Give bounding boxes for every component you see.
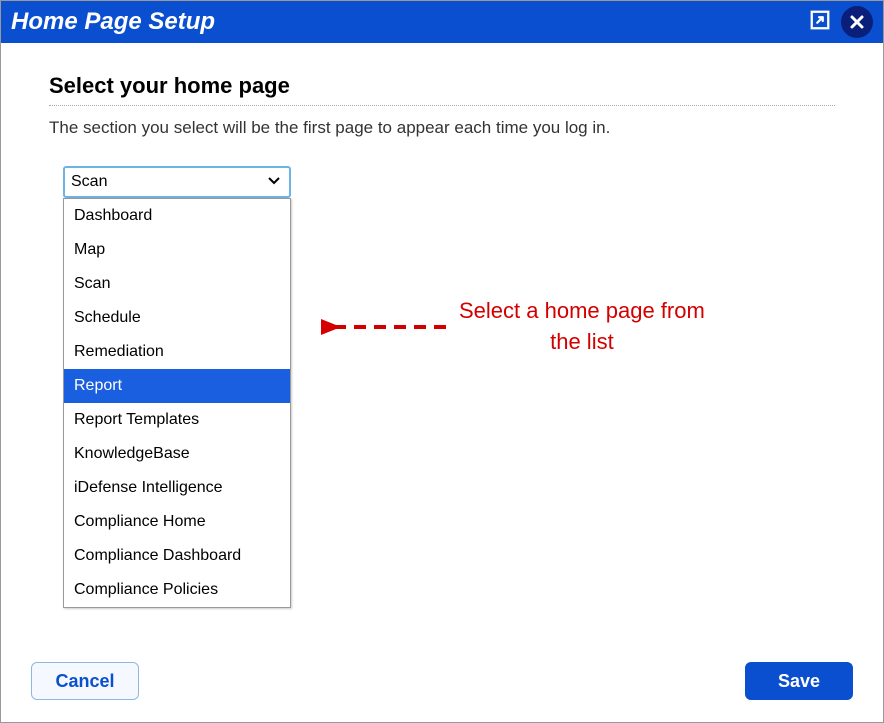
save-button[interactable]: Save [745,662,853,700]
section-description: The section you select will be the first… [49,118,835,138]
dropdown-item[interactable]: Report [64,369,290,403]
dropdown-item[interactable]: Scan [64,267,290,301]
select-area: Scan DashboardMapScanScheduleRemediation… [63,166,835,198]
close-icon [849,14,865,30]
dropdown-item[interactable]: Report Templates [64,403,290,437]
close-button[interactable] [841,6,873,38]
expand-icon[interactable] [809,9,831,36]
dropdown-item[interactable]: Compliance Home [64,505,290,539]
chevron-down-icon [267,173,281,191]
dropdown-item[interactable]: iDefense Intelligence [64,471,290,505]
arrow-left-icon [321,315,451,339]
dropdown-item[interactable]: KnowledgeBase [64,437,290,471]
dropdown-item[interactable]: Compliance Dashboard [64,539,290,573]
homepage-select[interactable]: Scan [63,166,291,198]
dialog-content: Select your home page The section you se… [1,43,883,198]
cancel-button[interactable]: Cancel [31,662,139,700]
header-icons [809,6,873,38]
dropdown-item[interactable]: Remediation [64,335,290,369]
homepage-dropdown[interactable]: DashboardMapScanScheduleRemediationRepor… [63,198,291,608]
divider [49,105,835,106]
select-value: Scan [71,173,107,191]
dialog-footer: Cancel Save [1,662,883,700]
dialog-title: Home Page Setup [11,8,809,36]
dialog-header: Home Page Setup [1,1,883,43]
section-title: Select your home page [49,73,835,99]
dropdown-item[interactable]: Schedule [64,301,290,335]
annotation-text: Select a home page fromthe list [459,296,705,358]
annotation: Select a home page fromthe list [321,296,705,358]
dropdown-item[interactable]: Map [64,233,290,267]
dropdown-item[interactable]: Compliance Policies [64,573,290,607]
dropdown-item[interactable]: Dashboard [64,199,290,233]
